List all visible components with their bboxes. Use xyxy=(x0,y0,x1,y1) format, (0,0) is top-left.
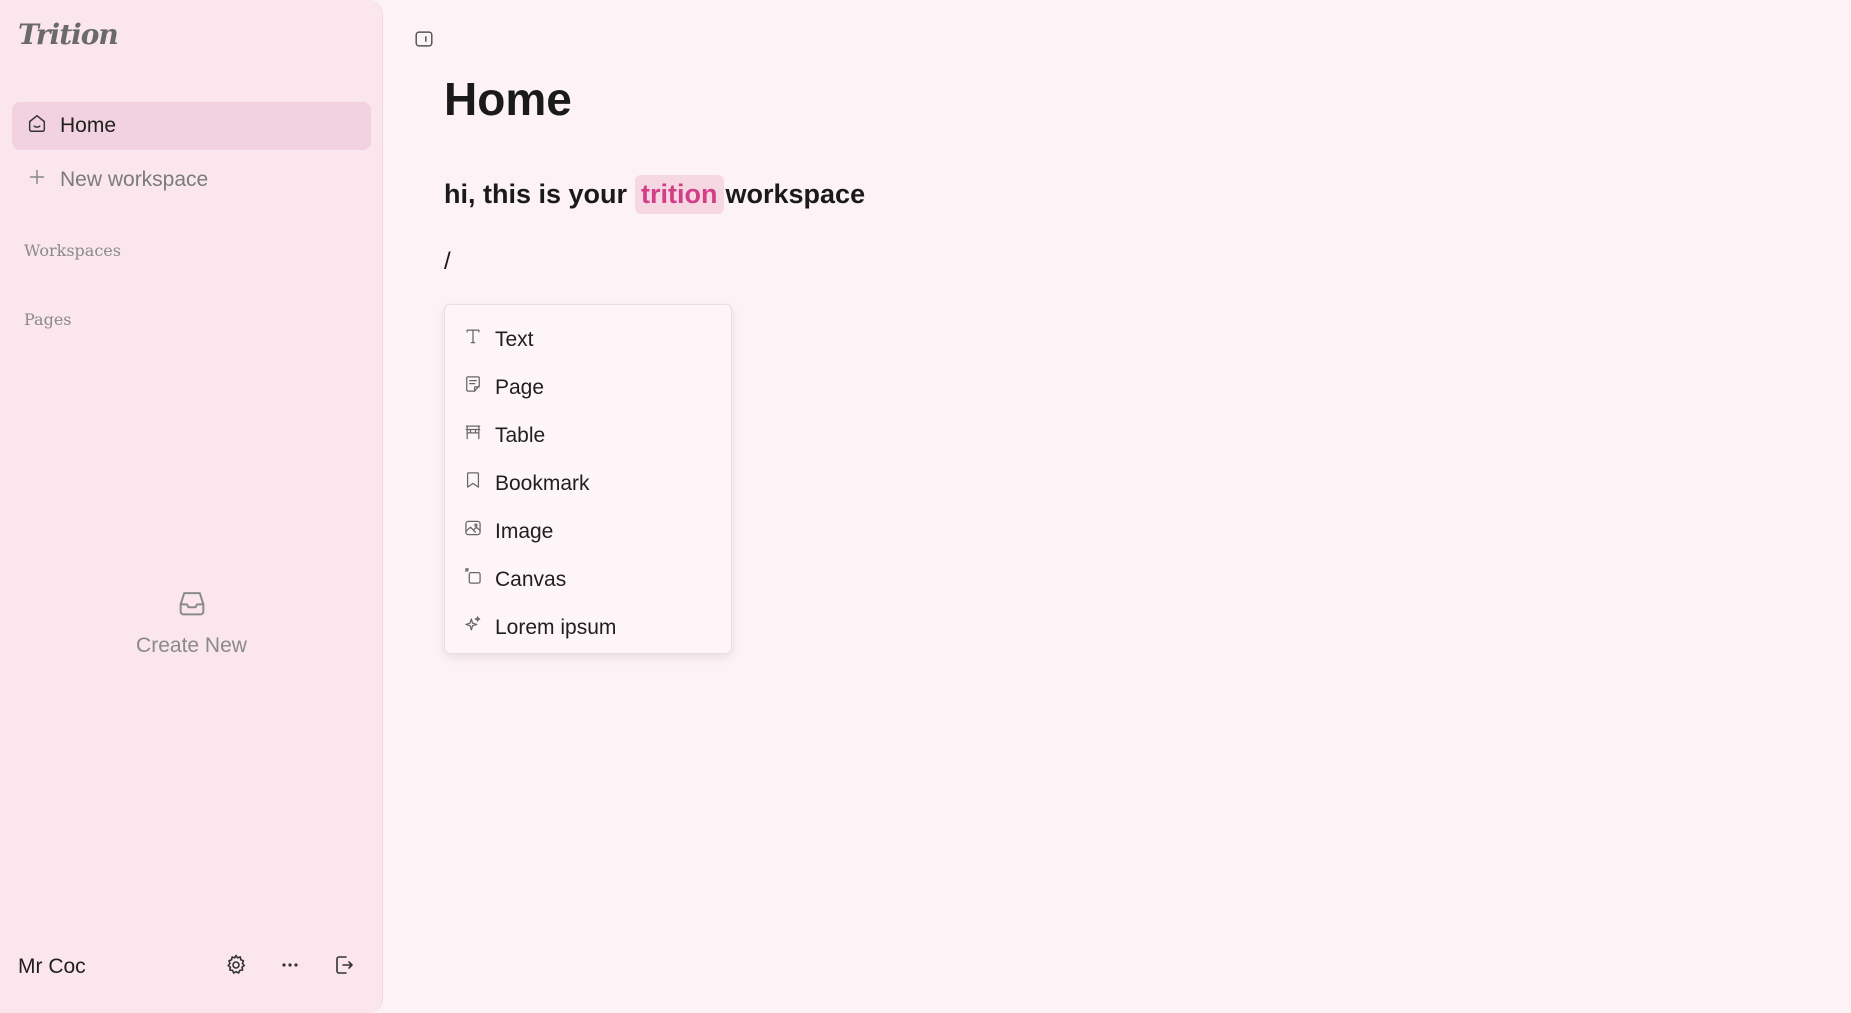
menu-item-text[interactable]: Text xyxy=(445,315,731,363)
sparkle-icon xyxy=(463,614,483,640)
intro-text[interactable]: hi, this is your trition workspace xyxy=(444,173,865,215)
sidebar-item-label: Home xyxy=(60,114,117,137)
more-icon xyxy=(278,953,302,982)
page-icon xyxy=(463,374,483,400)
sidebar-item-home[interactable]: Home xyxy=(12,102,371,150)
home-icon xyxy=(26,112,48,140)
logout-icon xyxy=(332,953,356,982)
sidebar-item-label: New workspace xyxy=(60,168,209,191)
pages-heading: Pages xyxy=(24,310,72,329)
create-new-button[interactable]: Create New xyxy=(0,586,383,658)
menu-item-label: Canvas xyxy=(495,567,567,591)
slash-command-input[interactable]: / xyxy=(444,248,451,276)
menu-item-lorem-ipsum[interactable]: Lorem ipsum xyxy=(445,603,731,651)
gear-icon xyxy=(224,953,248,982)
menu-item-bookmark[interactable]: Bookmark xyxy=(445,459,731,507)
text-icon xyxy=(463,326,483,352)
block-type-menu: Text Page Table Bookmark Image Canvas Lo… xyxy=(444,304,732,654)
table-icon xyxy=(463,422,483,448)
create-new-label: Create New xyxy=(136,634,247,657)
image-icon xyxy=(463,518,483,544)
menu-item-label: Image xyxy=(495,519,554,543)
inbox-icon xyxy=(175,586,209,626)
menu-item-label: Lorem ipsum xyxy=(495,615,617,639)
workspaces-heading: Workspaces xyxy=(24,241,121,260)
sidebar-toggle-icon xyxy=(413,28,435,55)
plus-icon xyxy=(26,166,48,194)
more-button[interactable] xyxy=(273,950,307,984)
bookmark-icon xyxy=(463,470,483,496)
menu-item-canvas[interactable]: Canvas xyxy=(445,555,731,603)
settings-button[interactable] xyxy=(219,950,253,984)
menu-item-label: Bookmark xyxy=(495,471,590,495)
app-root: Trition Home New workspace Workspaces Pa… xyxy=(0,0,1851,1013)
sidebar-toggle-button[interactable] xyxy=(410,27,438,55)
user-name[interactable]: Mr Coc xyxy=(18,955,86,979)
intro-highlight: trition xyxy=(635,174,724,214)
menu-item-page[interactable]: Page xyxy=(445,363,731,411)
intro-suffix: workspace xyxy=(725,178,866,209)
menu-item-image[interactable]: Image xyxy=(445,507,731,555)
logout-button[interactable] xyxy=(327,950,361,984)
canvas-icon xyxy=(463,566,483,592)
new-workspace-button[interactable]: New workspace xyxy=(12,156,371,204)
sidebar: Trition Home New workspace Workspaces Pa… xyxy=(0,0,383,1013)
page-title: Home xyxy=(444,73,572,125)
app-logo[interactable]: Trition xyxy=(18,18,119,51)
menu-item-table[interactable]: Table xyxy=(445,411,731,459)
intro-prefix: hi, this is your xyxy=(444,178,628,209)
menu-item-label: Text xyxy=(495,327,534,351)
menu-item-label: Page xyxy=(495,375,545,399)
menu-item-label: Table xyxy=(495,423,546,447)
